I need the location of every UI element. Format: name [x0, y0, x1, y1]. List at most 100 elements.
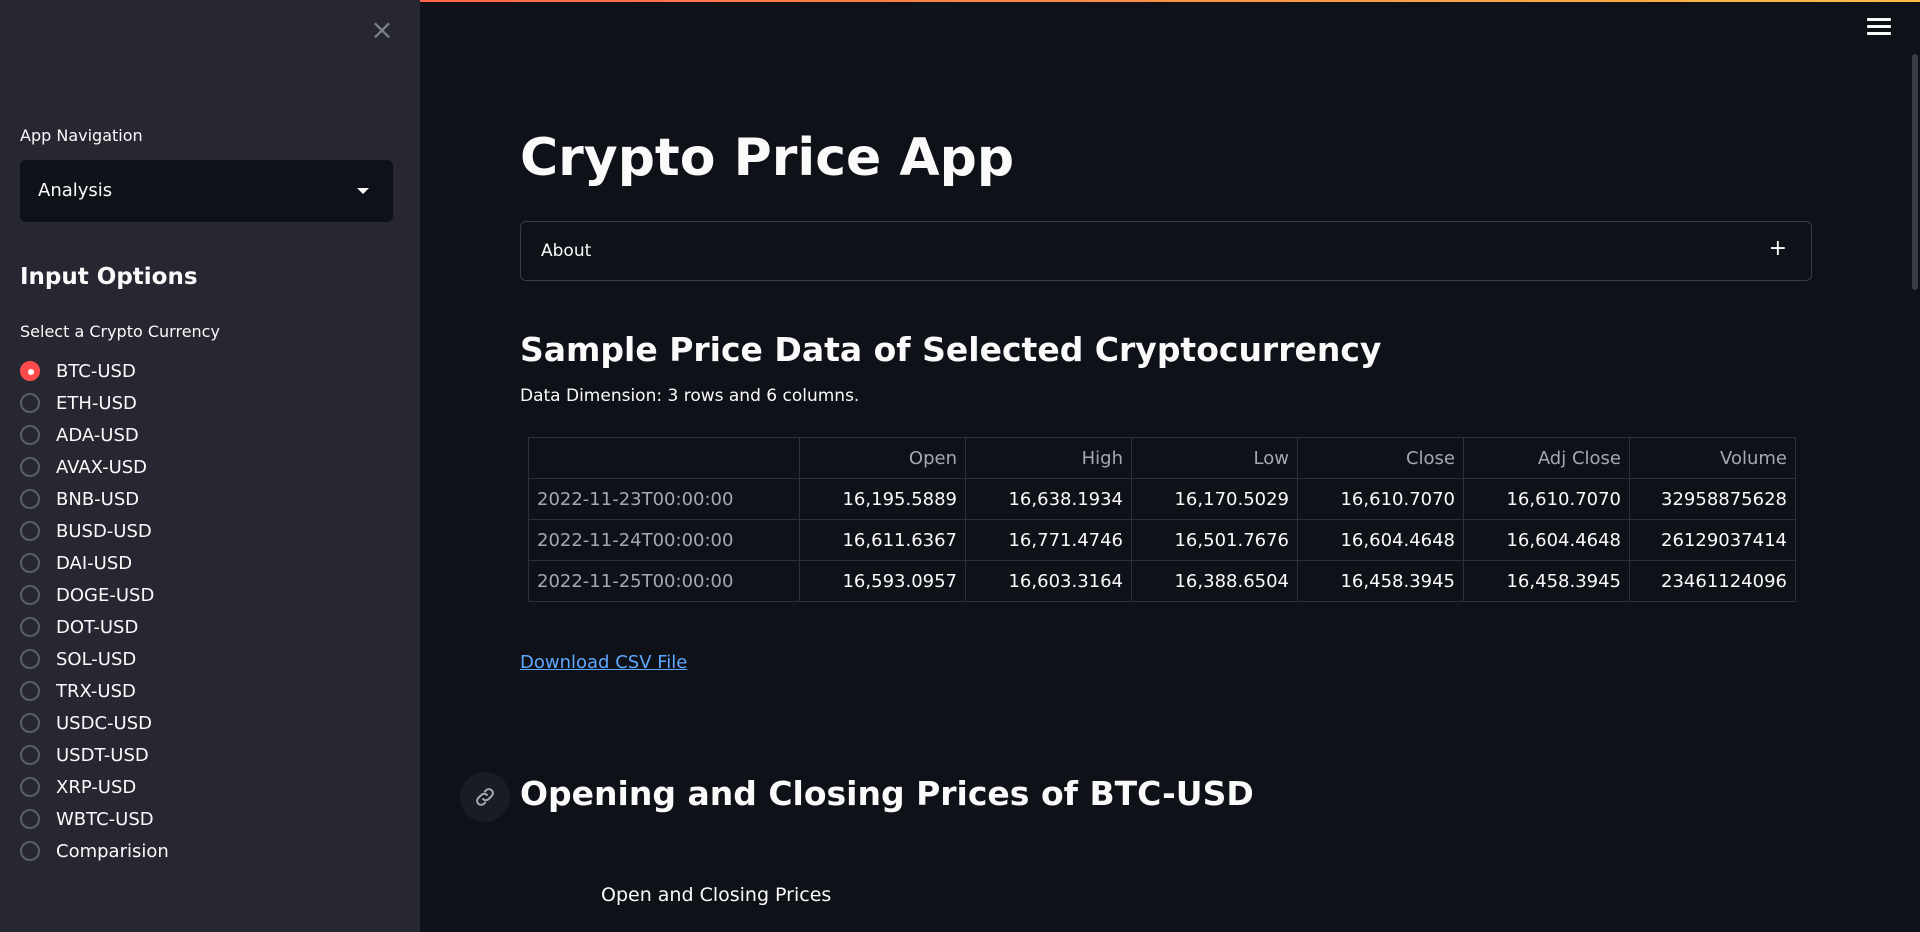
radio-option-label: WBTC-USD [56, 808, 154, 830]
chevron-down-icon [357, 188, 369, 194]
radio-option-label: BUSD-USD [56, 520, 152, 542]
table-cell: 16,610.7070 [1463, 478, 1630, 520]
radio-option[interactable]: WBTC-USD [20, 803, 169, 835]
radio-option[interactable]: DAI-USD [20, 547, 169, 579]
radio-option[interactable]: USDT-USD [20, 739, 169, 771]
table-index-cell: 2022-11-24T00:00:00 [528, 519, 800, 561]
radio-button-icon[interactable] [20, 489, 40, 509]
radio-button-icon[interactable] [20, 585, 40, 605]
table-cell: 16,604.4648 [1297, 519, 1464, 561]
table-header-cell: Open [799, 437, 966, 479]
chart-title: Open and Closing Prices [601, 884, 832, 906]
radio-option-label: USDC-USD [56, 712, 152, 734]
table-cell: 16,458.3945 [1297, 560, 1464, 602]
table-cell: 16,603.3164 [965, 560, 1132, 602]
radio-option[interactable]: SOL-USD [20, 643, 169, 675]
table-cell: 16,604.4648 [1463, 519, 1630, 561]
radio-option[interactable]: BUSD-USD [20, 515, 169, 547]
table-cell: 26129037414 [1629, 519, 1796, 561]
table-index-cell: 2022-11-23T00:00:00 [528, 478, 800, 520]
radio-option-label: XRP-USD [56, 776, 137, 798]
radio-option[interactable]: AVAX-USD [20, 451, 169, 483]
radio-option-label: AVAX-USD [56, 456, 148, 478]
radio-option-label: USDT-USD [56, 744, 149, 766]
radio-button-icon[interactable] [20, 713, 40, 733]
page-title: Crypto Price App [520, 128, 1015, 188]
scrollbar[interactable] [1912, 54, 1918, 290]
radio-option[interactable]: TRX-USD [20, 675, 169, 707]
table-row: 2022-11-25T00:00:00 16,593.0957 16,603.316… [528, 560, 1796, 602]
radio-button-icon[interactable] [20, 457, 40, 477]
radio-button-icon[interactable] [20, 521, 40, 541]
table-cell: 32958875628 [1629, 478, 1796, 520]
close-sidebar-icon[interactable]: × [368, 15, 396, 45]
radio-option-label: DAI-USD [56, 552, 133, 574]
table-index-cell: 2022-11-25T00:00:00 [528, 560, 800, 602]
table-cell: 16,593.0957 [799, 560, 966, 602]
link-icon[interactable] [460, 772, 510, 822]
radio-option-label: BNB-USD [56, 488, 140, 510]
radio-button-icon[interactable] [20, 617, 40, 637]
main-menu-icon[interactable] [1867, 18, 1891, 38]
radio-button-icon[interactable] [20, 425, 40, 445]
table-cell: 16,388.6504 [1131, 560, 1298, 602]
radio-option-label: Comparision [56, 840, 169, 862]
radio-option-label: ETH-USD [56, 392, 137, 414]
table-header-cell: Close [1297, 437, 1464, 479]
table-cell: 16,771.4746 [965, 519, 1132, 561]
radio-button-icon[interactable] [20, 809, 40, 829]
radio-option[interactable]: XRP-USD [20, 771, 169, 803]
radio-button-icon[interactable] [20, 841, 40, 861]
table-header-cell [528, 437, 800, 479]
radio-button-icon[interactable] [20, 361, 40, 381]
table-cell: 16,610.7070 [1297, 478, 1464, 520]
opening-closing-heading: Opening and Closing Prices of BTC-USD [520, 774, 1254, 813]
radio-button-icon[interactable] [20, 745, 40, 765]
app-navigation-select[interactable]: Analysis [20, 160, 393, 222]
radio-option[interactable]: BTC-USD [20, 355, 169, 387]
download-csv-link[interactable]: Download CSV File [520, 652, 687, 673]
radio-option-label: ADA-USD [56, 424, 139, 446]
radio-option-label: DOT-USD [56, 616, 139, 638]
radio-option[interactable]: BNB-USD [20, 483, 169, 515]
radio-option[interactable]: ETH-USD [20, 387, 169, 419]
radio-option-label: DOGE-USD [56, 584, 155, 606]
radio-option-label: BTC-USD [56, 360, 136, 382]
radio-button-icon[interactable] [20, 393, 40, 413]
price-data-table: Open High Low Close Adj Close Volume 2022-11-… [528, 437, 1796, 602]
table-cell: 16,170.5029 [1131, 478, 1298, 520]
app-navigation-label: App Navigation [20, 126, 143, 145]
table-header-cell: Volume [1629, 437, 1796, 479]
data-dimension-text: Data Dimension: 3 rows and 6 columns. [520, 386, 860, 406]
table-cell: 16,501.7676 [1131, 519, 1298, 561]
radio-option[interactable]: Comparision [20, 835, 169, 867]
radio-option[interactable]: ADA-USD [20, 419, 169, 451]
plus-icon: + [1768, 236, 1787, 261]
crypto-radio-label: Select a Crypto Currency [20, 322, 220, 341]
table-cell: 16,638.1934 [965, 478, 1132, 520]
radio-button-icon[interactable] [20, 777, 40, 797]
sample-data-heading: Sample Price Data of Selected Cryptocurr… [520, 330, 1382, 369]
table-cell: 16,195.5889 [799, 478, 966, 520]
table-cell: 23461124096 [1629, 560, 1796, 602]
radio-button-icon[interactable] [20, 681, 40, 701]
table-row: 2022-11-23T00:00:00 16,195.5889 16,638.193… [528, 478, 1796, 520]
sidebar: × App Navigation Analysis Input Options … [0, 0, 420, 932]
table-header-cell: High [965, 437, 1132, 479]
radio-option[interactable]: DOT-USD [20, 611, 169, 643]
about-expander[interactable]: About + [520, 221, 1812, 281]
table-header-cell: Low [1131, 437, 1298, 479]
app-navigation-selected-value: Analysis [38, 180, 113, 201]
input-options-heading: Input Options [20, 264, 198, 290]
table-cell: 16,458.3945 [1463, 560, 1630, 602]
radio-button-icon[interactable] [20, 553, 40, 573]
crypto-radio-group: BTC-USD ETH-USD ADA-USD AVAX-USD BNB-USD BUSD… [20, 355, 169, 867]
table-cell: 16,611.6367 [799, 519, 966, 561]
radio-option[interactable]: DOGE-USD [20, 579, 169, 611]
radio-option-label: TRX-USD [56, 680, 136, 702]
table-header-cell: Adj Close [1463, 437, 1630, 479]
radio-button-icon[interactable] [20, 649, 40, 669]
about-expander-label: About [541, 241, 592, 261]
radio-option-label: SOL-USD [56, 648, 137, 670]
radio-option[interactable]: USDC-USD [20, 707, 169, 739]
